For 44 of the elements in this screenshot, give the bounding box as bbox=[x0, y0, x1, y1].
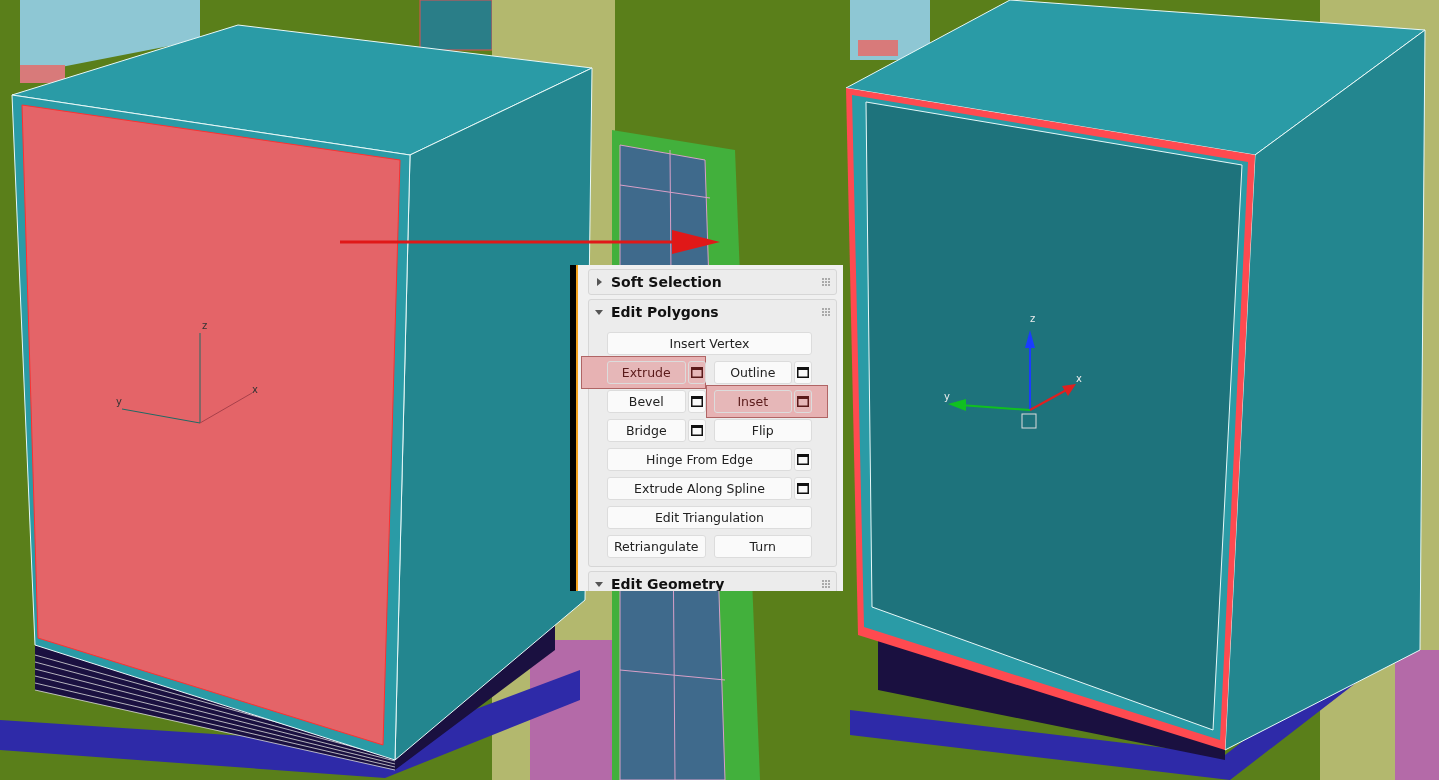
tool-button[interactable]: Flip bbox=[713, 419, 812, 442]
rollout-title: Edit Polygons bbox=[611, 304, 720, 320]
window-icon bbox=[690, 396, 703, 407]
collapse-arrow-icon[interactable] bbox=[595, 308, 603, 316]
rollout-header[interactable]: Soft Selection bbox=[589, 270, 836, 294]
window-icon bbox=[797, 483, 809, 494]
axis-label: y bbox=[116, 396, 122, 407]
window-icon bbox=[797, 454, 809, 465]
tool-button[interactable]: Edit Triangulation bbox=[607, 506, 812, 529]
tool-button[interactable]: Retriangulate bbox=[607, 535, 706, 558]
settings-button[interactable] bbox=[687, 390, 706, 413]
rollout-title: Soft Selection bbox=[611, 274, 723, 290]
tool-button[interactable]: Hinge From Edge bbox=[607, 448, 792, 471]
axis-label: x bbox=[1076, 373, 1082, 384]
settings-button[interactable] bbox=[794, 390, 812, 413]
tool-button[interactable]: Outline bbox=[713, 361, 792, 384]
collapse-arrow-icon[interactable] bbox=[595, 580, 603, 588]
settings-button[interactable] bbox=[794, 448, 812, 471]
window-icon bbox=[690, 367, 703, 378]
tool-button[interactable]: Bridge bbox=[607, 419, 686, 442]
settings-button[interactable] bbox=[794, 477, 812, 500]
settings-button[interactable] bbox=[794, 361, 812, 384]
window-icon bbox=[690, 425, 703, 436]
axis-label: y bbox=[944, 391, 950, 402]
grip-icon[interactable] bbox=[822, 278, 830, 286]
settings-button[interactable] bbox=[687, 419, 706, 442]
axis-label: z bbox=[1030, 313, 1036, 324]
axis-tripod-icon bbox=[121, 332, 253, 424]
transform-gizmo-icon[interactable] bbox=[948, 330, 1076, 429]
axis-label: x bbox=[252, 384, 258, 395]
tool-button[interactable]: Bevel bbox=[607, 390, 686, 413]
tool-button[interactable]: Extrude Along Spline bbox=[607, 477, 792, 500]
axis-label: z bbox=[202, 320, 208, 331]
grip-icon[interactable] bbox=[822, 308, 830, 316]
tool-button[interactable]: Turn bbox=[713, 535, 812, 558]
window-icon bbox=[797, 367, 809, 378]
rollout-header[interactable]: Edit Polygons bbox=[589, 300, 836, 324]
arrow-icon bbox=[340, 230, 720, 254]
window-icon bbox=[797, 396, 809, 407]
tool-button[interactable]: Inset bbox=[713, 390, 792, 413]
tool-button[interactable]: Insert Vertex bbox=[607, 332, 812, 355]
expand-arrow-icon[interactable] bbox=[595, 278, 603, 286]
grip-icon[interactable] bbox=[822, 580, 830, 588]
tool-button[interactable]: Extrude bbox=[607, 361, 686, 384]
